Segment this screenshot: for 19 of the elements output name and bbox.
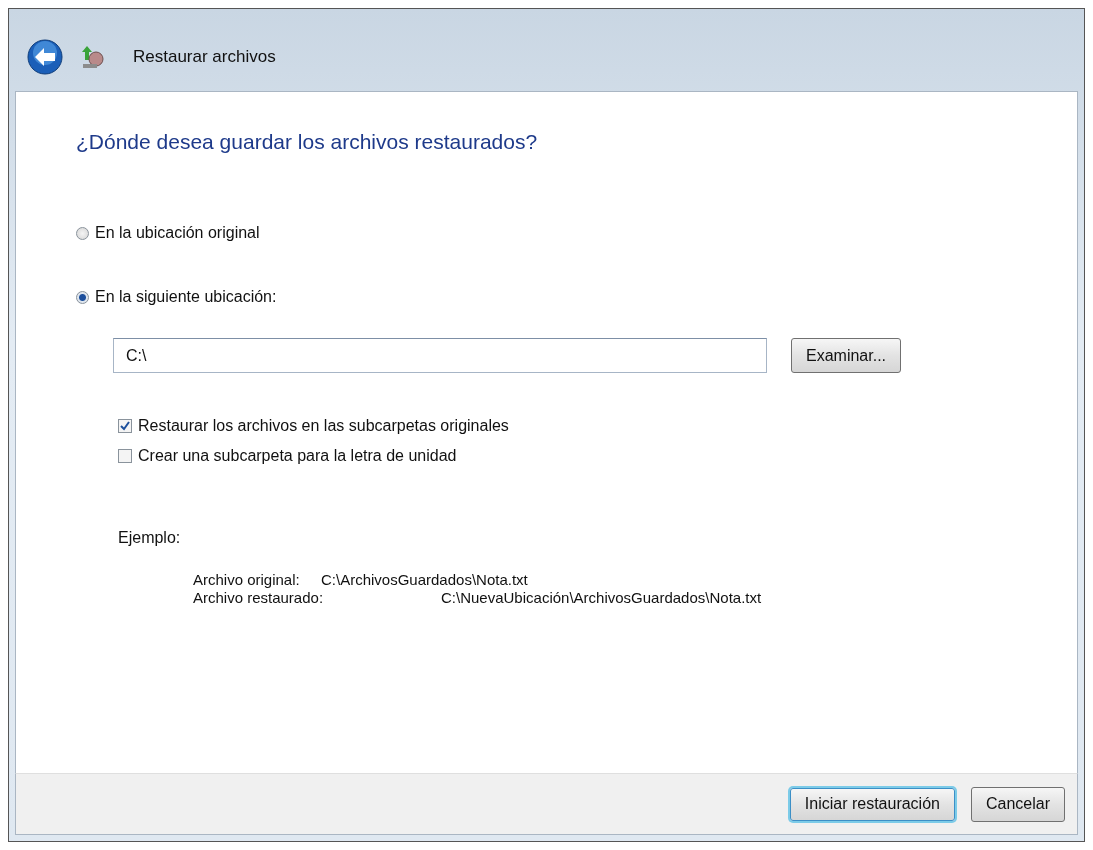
- start-restore-button[interactable]: Iniciar restauración: [789, 787, 955, 821]
- window-title: Restaurar archivos: [133, 47, 276, 67]
- dialog-heading: ¿Dónde desea guardar los archivos restaurados?: [76, 130, 539, 154]
- cancel-button[interactable]: Cancelar: [970, 786, 1065, 822]
- radio-option[interactable]: En la ubicación original: [76, 224, 1077, 242]
- browse-button[interactable]: Examinar...: [791, 338, 902, 373]
- checkbox-icon[interactable]: [118, 449, 132, 463]
- checkbox-icon[interactable]: [118, 419, 132, 433]
- checkbox-option[interactable]: Restaurar los archivos en las subcarpetas originales: [118, 417, 1077, 435]
- path-field[interactable]: C:\: [113, 338, 767, 373]
- radio-icon[interactable]: [76, 290, 89, 304]
- example-path: C:\NuevaUbicación\ArchivosGuardados\Nota.txt: [441, 589, 762, 607]
- radio-option[interactable]: En la siguiente ubicación:: [76, 288, 1077, 306]
- example-label: Archivo original:: [193, 571, 301, 589]
- example-path: C:\ArchivosGuardados\Nota.txt: [321, 571, 528, 589]
- example-label: Archivo restaurado:: [193, 589, 325, 607]
- example-title: Ejemplo:: [118, 529, 182, 547]
- checkbox-option[interactable]: Crear una subcarpeta para la letra de unidad: [118, 447, 1077, 465]
- radio-icon[interactable]: [76, 226, 89, 240]
